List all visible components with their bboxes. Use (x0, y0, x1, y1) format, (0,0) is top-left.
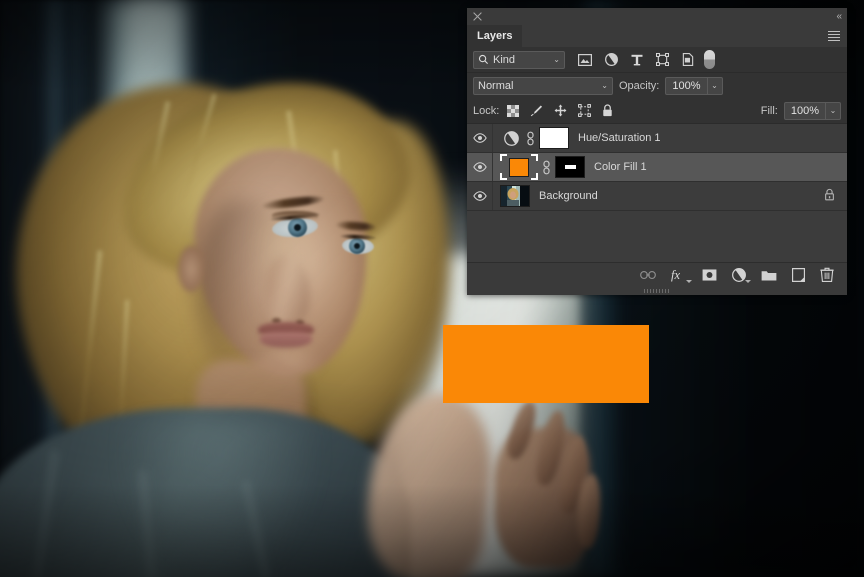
search-icon (478, 54, 489, 65)
tab-layers[interactable]: Layers (467, 25, 522, 47)
link-mask-icon[interactable] (541, 160, 552, 175)
lock-icon-group (507, 104, 613, 117)
filter-smart-object-icon[interactable] (682, 53, 694, 66)
lock-position-icon[interactable] (554, 104, 567, 117)
filter-pixel-layers-icon[interactable] (578, 54, 592, 66)
link-mask-icon[interactable] (525, 131, 536, 146)
adjustment-layer-icon (500, 131, 522, 146)
filter-kind-label: Kind (493, 54, 549, 66)
blend-mode-value: Normal (478, 80, 601, 92)
layer-mask-thumbnail[interactable] (555, 156, 585, 178)
new-layer-button[interactable] (792, 268, 805, 282)
fill-chevron-down-icon[interactable]: ⌄ (826, 102, 841, 120)
chevron-down-icon: ⌄ (601, 81, 608, 90)
panel-tab-row: Layers (467, 25, 847, 47)
filter-icon-group (578, 53, 694, 66)
screen: « Layers Kind ⌄ (0, 0, 864, 577)
mask-dash-shape (565, 165, 576, 169)
thumbnail-selection-corners (500, 154, 538, 180)
table-row[interactable]: Hue/Saturation 1 (467, 124, 847, 153)
lock-artboard-nesting-icon[interactable] (578, 104, 591, 117)
filter-kind-select[interactable]: Kind ⌄ (473, 51, 565, 69)
filter-adjustment-layers-icon[interactable] (605, 53, 618, 66)
lock-image-pixels-icon[interactable] (530, 104, 543, 117)
layers-bottom-toolbar: fx (467, 262, 847, 286)
opacity-input[interactable]: 100% (665, 77, 707, 95)
collapse-double-chevron-icon[interactable]: « (836, 12, 841, 22)
layer-style-fx-button[interactable]: fx (671, 268, 687, 282)
color-fill-rectangle (443, 325, 649, 403)
link-layers-button[interactable] (640, 270, 656, 280)
chevron-down-icon (686, 280, 692, 283)
layer-thumbnails (493, 127, 569, 149)
blend-mode-row: Normal ⌄ Opacity: 100% ⌄ (467, 73, 847, 98)
opacity-control: 100% ⌄ (665, 77, 722, 95)
solid-color-thumbnail[interactable] (500, 154, 538, 180)
layer-name: Color Fill 1 (594, 161, 647, 173)
new-group-button[interactable] (761, 269, 777, 281)
table-row[interactable]: Color Fill 1 (467, 153, 847, 182)
blend-mode-select[interactable]: Normal ⌄ (473, 77, 613, 95)
close-icon[interactable] (472, 11, 483, 22)
opacity-label: Opacity: (619, 80, 659, 92)
lock-label: Lock: (473, 105, 499, 117)
layer-visibility-eye-icon[interactable] (467, 124, 493, 152)
lock-transparent-pixels-icon[interactable] (507, 105, 519, 117)
filter-type-layers-icon[interactable] (631, 54, 643, 66)
lock-row: Lock: (467, 98, 847, 124)
layer-visibility-eye-icon[interactable] (467, 182, 493, 210)
add-layer-mask-button[interactable] (702, 269, 717, 281)
chevron-down-icon (745, 280, 751, 283)
svg-text:fx: fx (671, 268, 680, 282)
layer-list: Hue/Saturation 1 (467, 124, 847, 262)
tab-row-filler (522, 25, 825, 47)
layer-thumbnails (493, 185, 530, 207)
layer-name: Background (539, 190, 598, 202)
table-row[interactable]: Background (467, 182, 847, 211)
fill-input[interactable]: 100% (784, 102, 826, 120)
fill-label: Fill: (761, 105, 778, 117)
filter-shape-layers-icon[interactable] (656, 53, 669, 66)
fill-control: 100% ⌄ (784, 102, 841, 120)
filter-enable-toggle[interactable] (704, 50, 715, 69)
layer-filter-row: Kind ⌄ (467, 47, 847, 73)
layer-name: Hue/Saturation 1 (578, 132, 661, 144)
tab-layers-label: Layers (477, 30, 512, 42)
panel-resize-grip[interactable] (467, 286, 847, 295)
layers-panel: « Layers Kind ⌄ (467, 8, 847, 295)
layer-locked-icon[interactable] (824, 188, 835, 204)
lock-all-icon[interactable] (602, 104, 613, 117)
chevron-down-icon: ⌄ (553, 55, 560, 64)
layer-thumbnails (493, 154, 585, 180)
panel-menu-icon[interactable] (825, 25, 847, 47)
background-layer-thumbnail[interactable] (500, 185, 530, 207)
opacity-chevron-down-icon[interactable]: ⌄ (708, 77, 723, 95)
layer-visibility-eye-icon[interactable] (467, 153, 493, 181)
layer-mask-thumbnail[interactable] (539, 127, 569, 149)
panel-titlebar: « (467, 8, 847, 25)
delete-layer-button[interactable] (820, 267, 834, 282)
new-adjustment-layer-button[interactable] (732, 268, 746, 282)
